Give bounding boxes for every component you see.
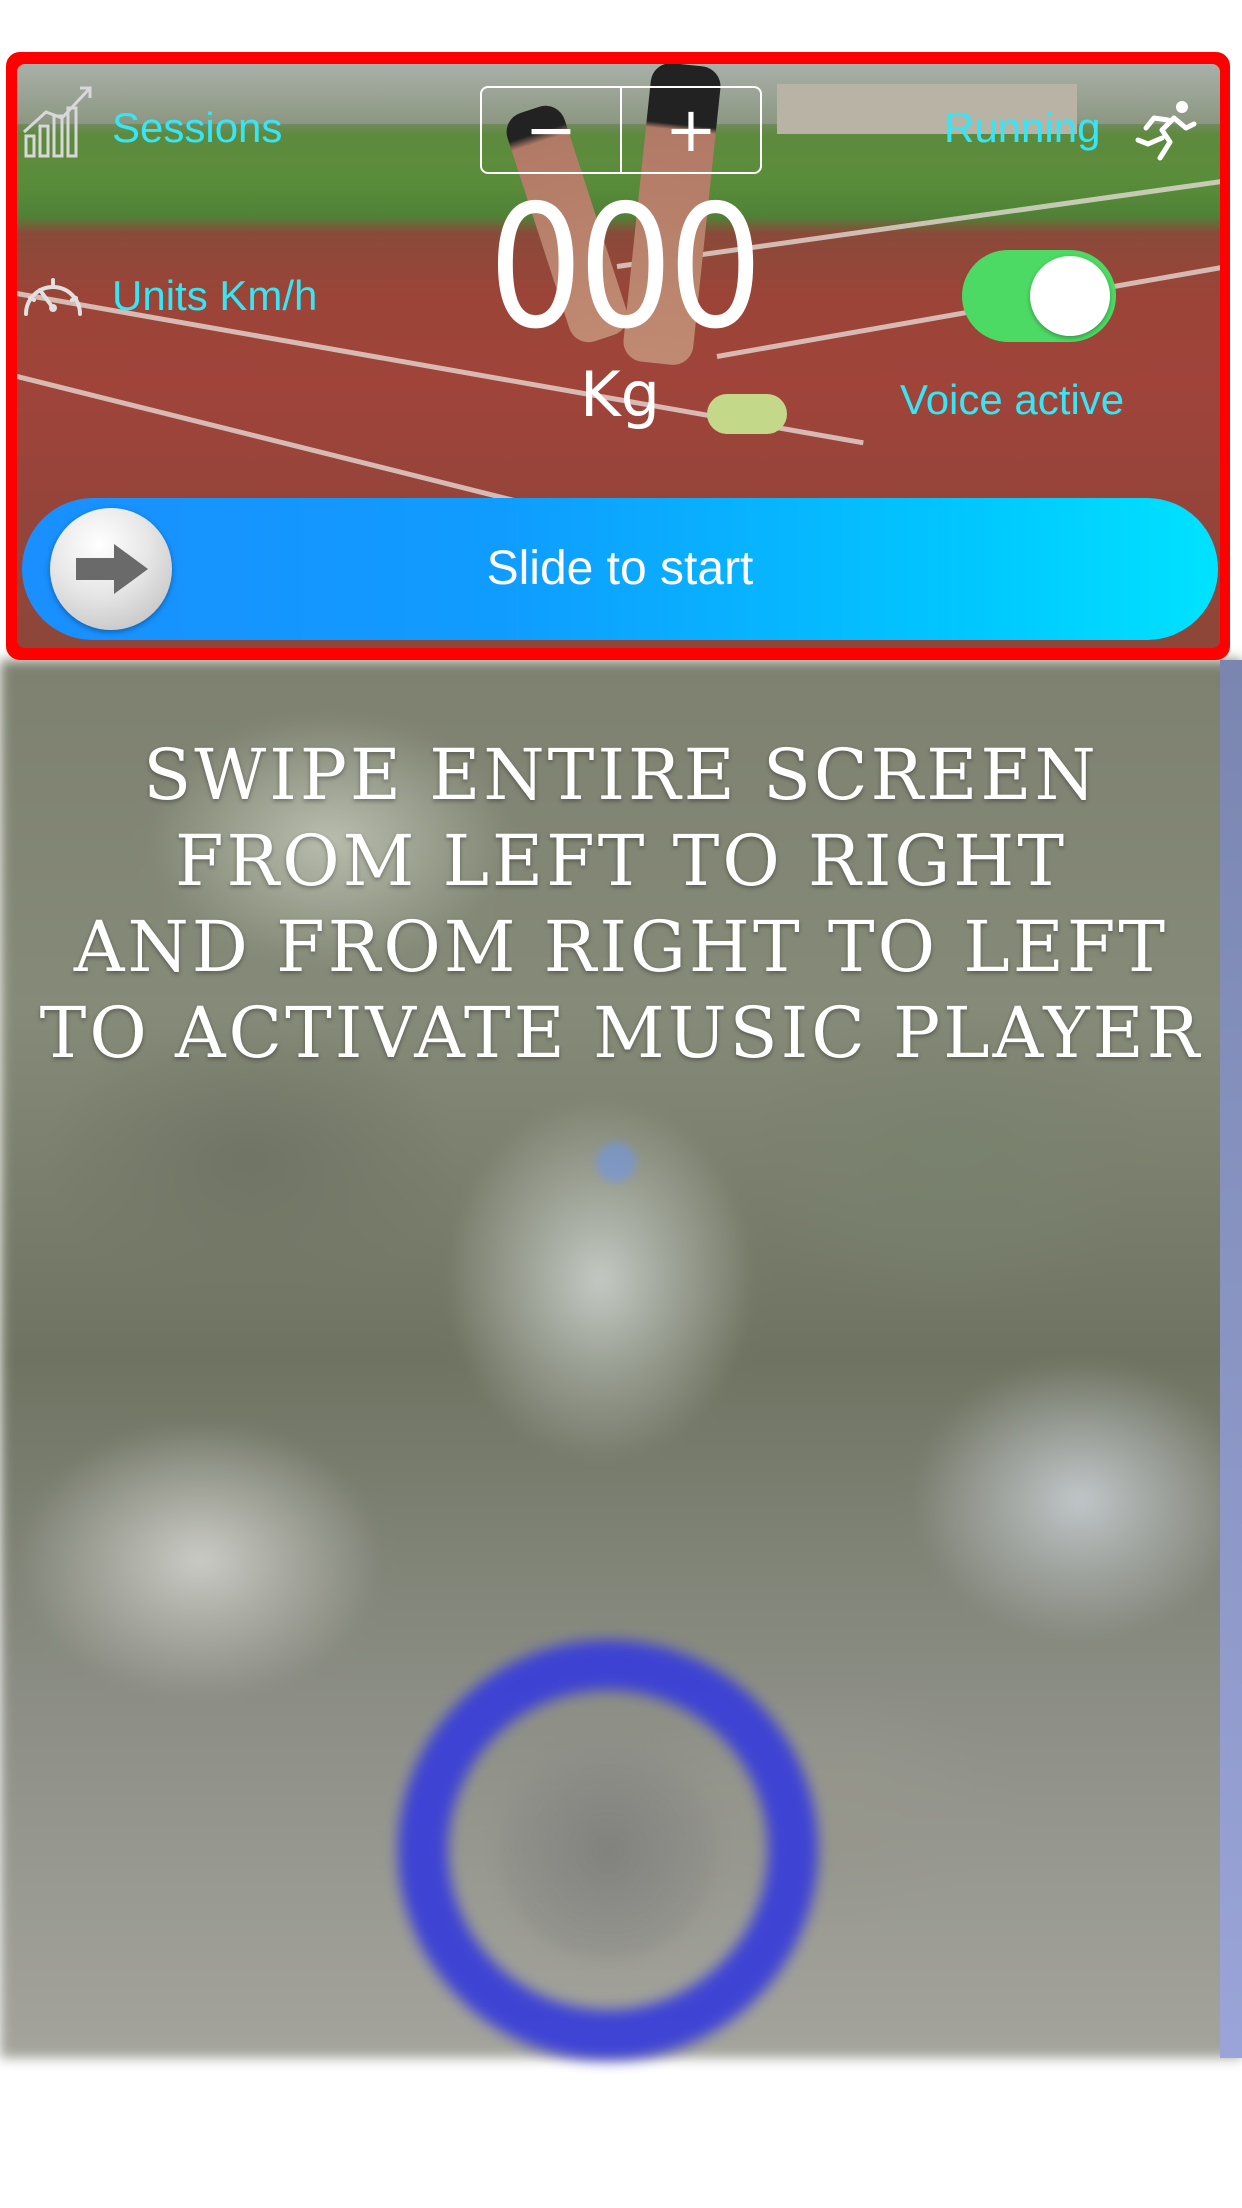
weight-stepper[interactable]: − + bbox=[480, 86, 762, 174]
arrow-right-icon bbox=[76, 544, 148, 594]
activity-label[interactable]: Running bbox=[944, 104, 1100, 152]
speedometer-icon[interactable] bbox=[20, 268, 86, 320]
decrement-button[interactable]: − bbox=[482, 88, 622, 172]
instruction-line: TO ACTIVATE MUSIC PLAYER bbox=[39, 992, 1203, 1074]
toggle-knob bbox=[1030, 256, 1110, 336]
voice-label: Voice active bbox=[900, 376, 1125, 423]
sessions-label[interactable]: Sessions bbox=[112, 104, 282, 152]
weight-value: 000 bbox=[488, 169, 763, 367]
slider-knob[interactable] bbox=[50, 508, 172, 630]
slide-to-start[interactable]: Slide to start bbox=[22, 498, 1218, 640]
running-person-icon[interactable] bbox=[1134, 98, 1198, 164]
voice-toggle[interactable] bbox=[962, 250, 1116, 342]
music-player-ring-blurred bbox=[398, 1640, 818, 2060]
units-label[interactable]: Units Km/h bbox=[112, 272, 317, 320]
instruction-line: SWIPE ENTIRE SCREEN bbox=[143, 734, 1099, 816]
swipe-instructions: SWIPE ENTIRE SCREEN FROM LEFT TO RIGHT A… bbox=[0, 732, 1242, 1076]
blurred-dot bbox=[596, 1142, 636, 1182]
slide-to-start-label: Slide to start bbox=[486, 542, 754, 595]
instruction-line: FROM LEFT TO RIGHT bbox=[174, 820, 1068, 902]
bar-chart-trend-icon[interactable] bbox=[22, 82, 96, 160]
app-screen[interactable]: SWIPE ENTIRE SCREEN FROM LEFT TO RIGHT A… bbox=[0, 0, 1242, 2208]
instruction-line: AND FROM RIGHT TO LEFT bbox=[73, 906, 1169, 988]
increment-button[interactable]: + bbox=[622, 88, 760, 172]
weight-unit: Kg bbox=[579, 358, 660, 431]
